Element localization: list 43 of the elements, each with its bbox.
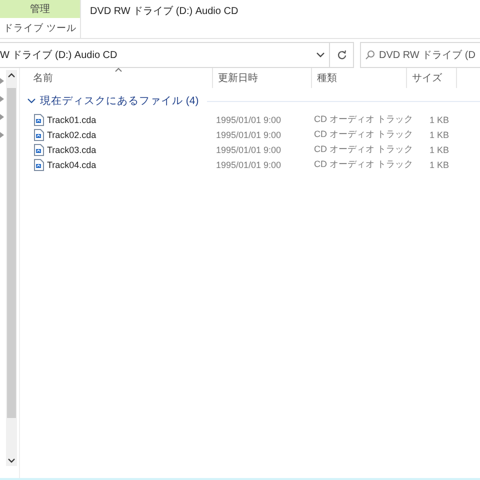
- group-header[interactable]: 現在ディスクにあるファイル (4): [40, 94, 199, 108]
- audio-file-icon: [34, 128, 44, 140]
- refresh-icon: [336, 50, 346, 60]
- file-type: CD オーディオ トラック: [314, 129, 413, 139]
- chevron-down-icon[interactable]: [316, 52, 325, 58]
- file-type: CD オーディオ トラック: [314, 114, 413, 124]
- expand-arrow-icon[interactable]: [0, 132, 4, 138]
- scroll-down-icon[interactable]: [8, 458, 15, 463]
- ribbon-tab[interactable]: ドライブ ツール: [0, 18, 80, 38]
- search-icon: [365, 50, 375, 60]
- file-name[interactable]: Track04.cda: [47, 160, 96, 170]
- audio-file-icon: [34, 158, 44, 170]
- file-size: 1 KB: [429, 144, 449, 154]
- audio-file-icon: [34, 144, 44, 156]
- file-name[interactable]: Track03.cda: [47, 144, 96, 154]
- column-header[interactable]: サイズ: [407, 68, 457, 88]
- file-type: CD オーディオ トラック: [314, 159, 413, 169]
- column-header[interactable]: 名前: [25, 68, 213, 88]
- file-date: 1995/01/01 9:00: [216, 160, 282, 170]
- column-header[interactable]: 更新日時: [213, 68, 312, 88]
- audio-file-icon: [34, 114, 44, 126]
- ribbon-context-tab[interactable]: 管理: [0, 0, 80, 18]
- address-bar[interactable]: W ドライブ (D:) Audio CD: [0, 42, 330, 68]
- scroll-up-icon[interactable]: [8, 73, 15, 78]
- collapse-chevron-icon[interactable]: [27, 98, 36, 104]
- scrollbar[interactable]: [6, 70, 17, 466]
- column-header[interactable]: 種類: [312, 68, 407, 88]
- expand-arrow-icon[interactable]: [0, 96, 4, 102]
- search-field[interactable]: DVD RW ドライブ (D: [360, 42, 480, 68]
- file-size: 1 KB: [429, 130, 449, 140]
- file-size: 1 KB: [429, 160, 449, 170]
- file-name[interactable]: Track01.cda: [47, 114, 96, 124]
- scroll-thumb[interactable]: [7, 88, 16, 418]
- file-size: 1 KB: [429, 114, 449, 124]
- file-date: 1995/01/01 9:00: [216, 144, 282, 154]
- file-date: 1995/01/01 9:00: [216, 114, 282, 124]
- refresh-button[interactable]: [330, 42, 354, 68]
- file-date: 1995/01/01 9:00: [216, 130, 282, 140]
- file-type: CD オーディオ トラック: [314, 144, 413, 154]
- expand-arrow-icon[interactable]: [0, 78, 4, 84]
- window-title: DVD RW ドライブ (D:) Audio CD: [89, 4, 238, 19]
- expand-arrow-icon[interactable]: [0, 114, 4, 120]
- file-name[interactable]: Track02.cda: [47, 130, 96, 140]
